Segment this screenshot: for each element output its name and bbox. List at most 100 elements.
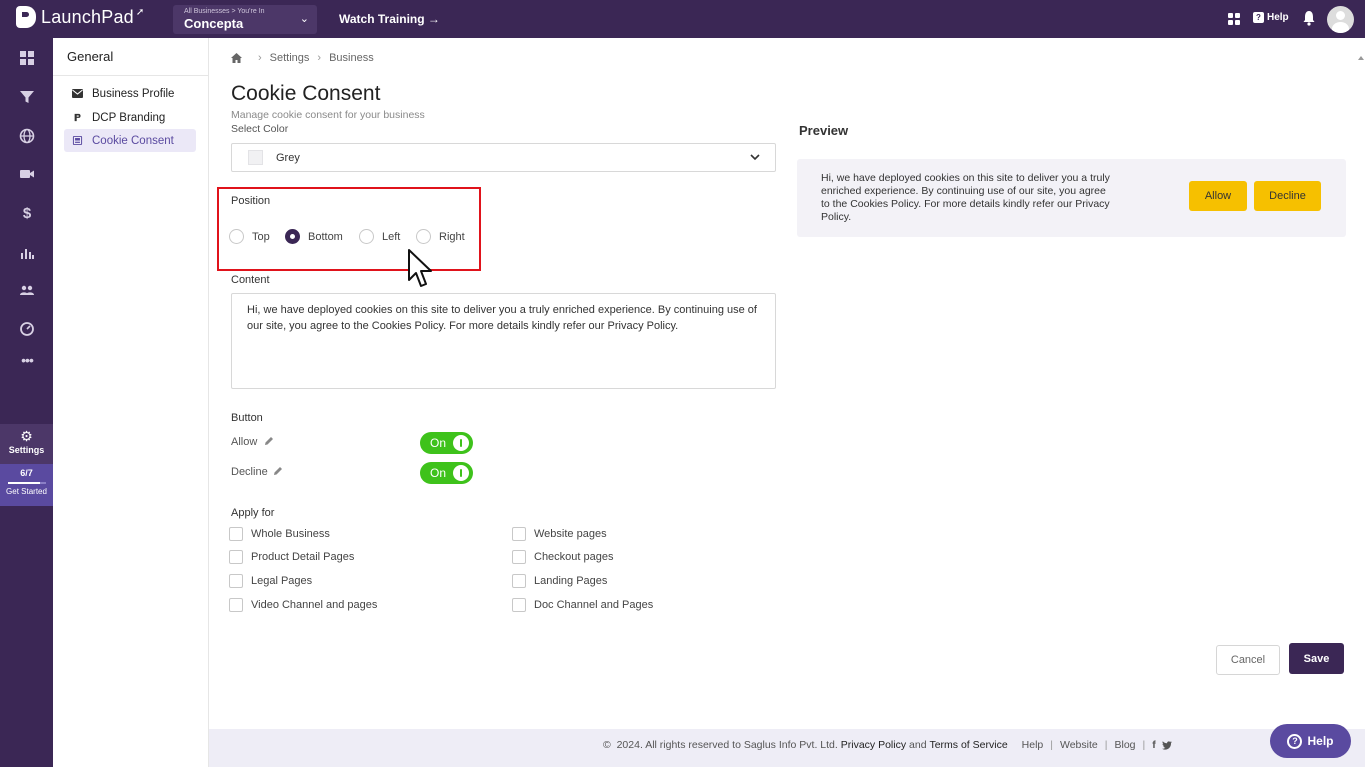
settings-subnav: General Business Profile DCP Branding Co… [53,38,209,767]
help-label: Help [1267,12,1289,23]
checkbox-label: Doc Channel and Pages [534,599,654,611]
settings-label: Settings [8,445,45,455]
checkbox-label: Landing Pages [534,575,608,587]
video-icon[interactable] [19,166,35,182]
home-icon[interactable] [231,53,242,63]
top-bar: LaunchPad ➚ All Businesses > You're In C… [0,0,1365,38]
launchpad-logo[interactable]: LaunchPad ➚ [16,6,144,28]
checkbox-label: Website pages [534,528,607,540]
content-label: Content [231,274,270,286]
gauge-icon[interactable] [19,321,35,337]
checkbox-whole-business[interactable]: Whole Business [229,527,330,541]
get-started-progress[interactable]: 6/7 Get Started [0,464,53,506]
cancel-button[interactable]: Cancel [1216,645,1280,675]
get-started-label: Get Started [6,487,47,496]
checkbox-label: Whole Business [251,528,330,540]
breadcrumb-settings[interactable]: Settings [270,52,310,64]
rocket-icon: ➚ [135,6,145,18]
decline-label: Decline [231,466,268,478]
checkbox-website-pages[interactable]: Website pages [512,527,607,541]
business-switcher[interactable]: All Businesses > You're In Concepta ⌄ [173,5,317,34]
checkbox-label: Product Detail Pages [251,551,355,563]
help-fab-button[interactable]: ? Help [1270,724,1351,758]
facebook-icon[interactable]: f [1152,739,1156,751]
radio-label: Bottom [308,230,343,243]
analytics-icon[interactable] [19,244,35,260]
radio-circle [359,229,374,244]
users-icon[interactable] [19,282,35,298]
checkbox-label: Checkout pages [534,551,614,563]
page-title: Cookie Consent [231,82,381,105]
chevron-down-icon: ⌄ [299,13,309,25]
pencil-icon[interactable] [264,436,274,446]
apps-grid-icon[interactable] [1228,13,1240,25]
toggle-knob [453,465,469,481]
business-caption: All Businesses > You're In [184,8,265,15]
cookie-banner-preview: Hi, we have deployed cookies on this sit… [797,159,1346,237]
page-subtitle: Manage cookie consent for your business [231,109,425,121]
footer-blog-link[interactable]: Blog [1114,739,1135,751]
allow-toggle[interactable]: On [420,432,473,454]
radio-left[interactable]: Left [359,229,400,244]
breadcrumb-business[interactable]: Business [329,52,374,64]
checkbox-label: Video Channel and pages [251,599,378,611]
twitter-icon[interactable] [1161,740,1172,750]
preview-title: Preview [799,123,849,138]
checkbox-checkout-pages[interactable]: Checkout pages [512,550,614,564]
divider [53,75,208,76]
scroll-up-icon[interactable] [1358,55,1364,65]
radio-label: Right [439,230,465,243]
checkbox-box [229,550,243,564]
chevron-down-icon [750,154,760,161]
radio-bottom[interactable]: Bottom [285,229,343,244]
save-button[interactable]: Save [1289,643,1344,674]
radio-right[interactable]: Right [416,229,465,244]
funnel-icon[interactable] [19,89,35,105]
bell-icon[interactable] [1302,10,1316,26]
preview-allow-button[interactable]: Allow [1189,181,1247,211]
radio-circle [416,229,431,244]
content-textarea[interactable]: Hi, we have deployed cookies on this sit… [231,293,776,389]
dashboard-icon[interactable] [19,50,35,66]
toggle-state: On [430,436,447,450]
preview-decline-button[interactable]: Decline [1254,181,1321,211]
divider: | [1142,739,1146,751]
more-icon[interactable]: ••• [19,352,35,368]
watch-training-link[interactable]: Watch Training → [339,12,440,26]
decline-toggle[interactable]: On [420,462,473,484]
logo-text: LaunchPad [41,6,134,27]
rail-settings[interactable]: ⚙ Settings [0,424,53,464]
checkbox-box [229,527,243,541]
progress-bar [7,482,46,484]
toggle-knob [453,435,469,451]
subnav-title: General [67,49,114,64]
subnav-item-label: Business Profile [92,87,175,100]
terms-link[interactable]: Terms of Service [929,739,1007,751]
subnav-item-cookie-consent[interactable]: Cookie Consent [64,129,196,152]
question-icon: ? [1253,12,1264,23]
checkbox-box [512,527,526,541]
radio-top[interactable]: Top [229,229,270,244]
footer-help-link[interactable]: Help [1022,739,1044,751]
help-button[interactable]: ? Help [1253,12,1289,23]
radio-label: Top [252,230,270,243]
subnav-item-business-profile[interactable]: Business Profile [64,82,196,105]
user-avatar[interactable] [1327,6,1354,33]
footer: © 2024. All rights reserved to Saglus In… [209,729,1365,767]
checkbox-doc-channel[interactable]: Doc Channel and Pages [512,598,653,612]
footer-website-link[interactable]: Website [1060,739,1098,751]
subnav-item-dcp-branding[interactable]: DCP Branding [64,106,196,129]
checkbox-legal-pages[interactable]: Legal Pages [229,574,312,588]
apply-for-label: Apply for [231,507,275,519]
pencil-icon[interactable] [273,466,283,476]
select-color-label: Select Color [231,123,289,135]
color-select[interactable]: Grey [231,143,776,172]
privacy-policy-link[interactable]: Privacy Policy [841,739,906,751]
breadcrumb: › Settings › Business [231,52,374,64]
globe-icon[interactable] [19,128,35,144]
checkbox-product-detail-pages[interactable]: Product Detail Pages [229,550,354,564]
checkbox-landing-pages[interactable]: Landing Pages [512,574,607,588]
dollar-icon[interactable]: $ [19,205,35,222]
checkbox-video-channel[interactable]: Video Channel and pages [229,598,377,612]
breadcrumb-separator: › [317,52,322,64]
